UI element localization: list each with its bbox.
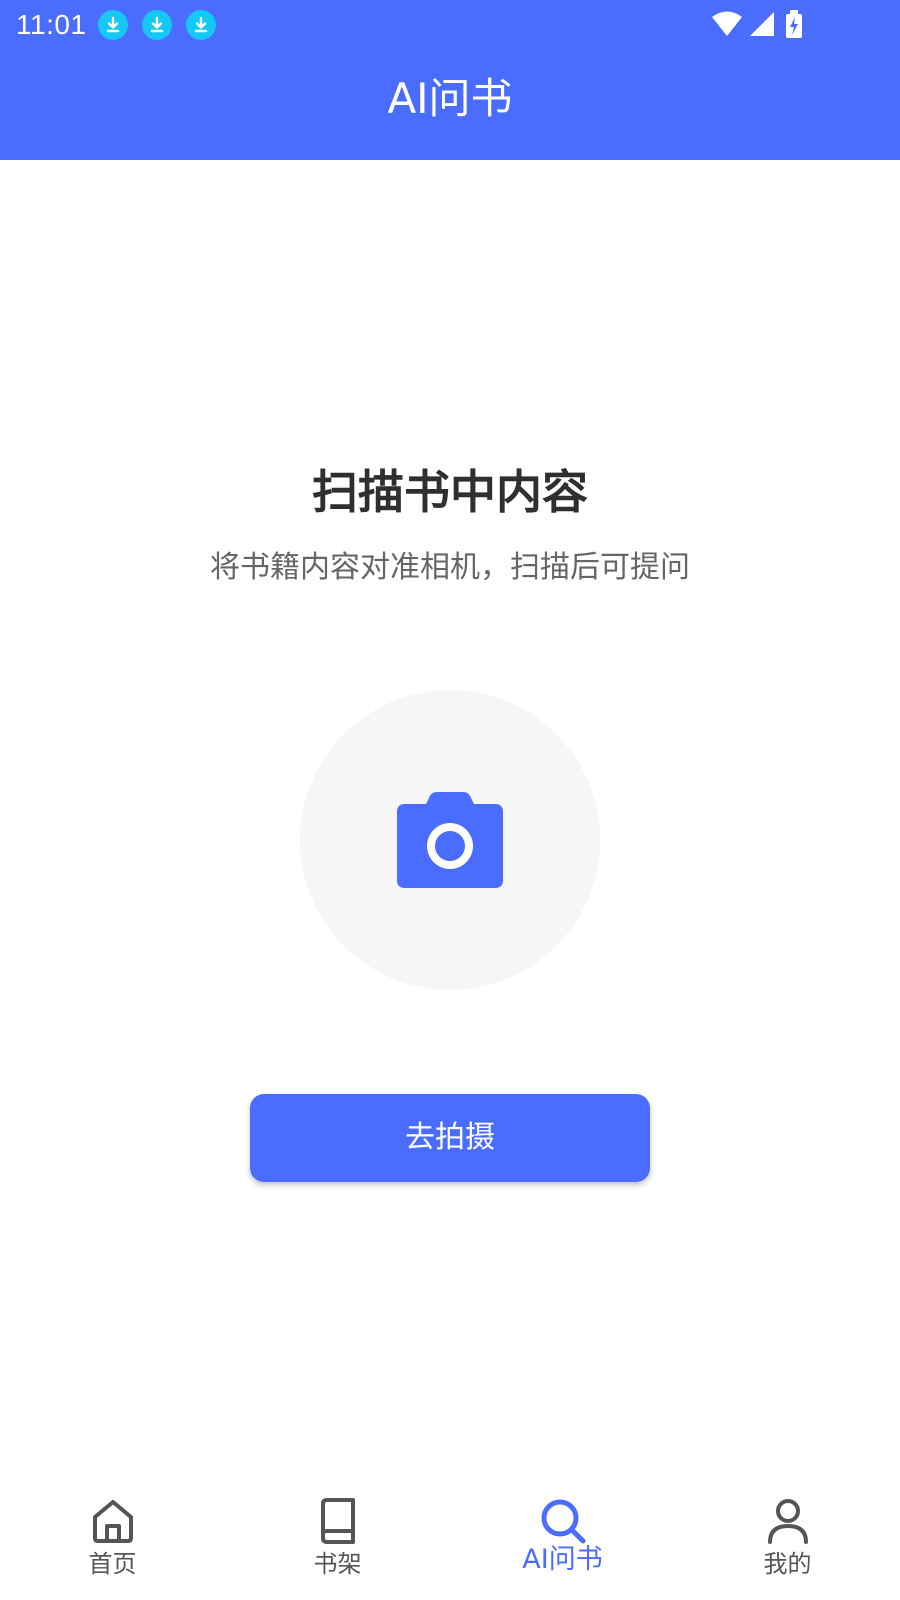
status-right-icons: [712, 10, 802, 38]
page-title: AI问书: [387, 74, 513, 123]
user-icon: [767, 1499, 808, 1544]
scan-heading: 扫描书中内容: [312, 465, 588, 519]
wifi-icon: [712, 11, 742, 36]
signal-icon: [750, 12, 774, 36]
app-bar: AI问书: [0, 50, 900, 160]
nav-item-ai-ask[interactable]: AI问书: [450, 1484, 675, 1600]
camera-icon: [397, 792, 503, 888]
camera-area[interactable]: [300, 690, 600, 990]
battery-charging-icon: [786, 10, 802, 38]
nav-item-home[interactable]: 首页: [0, 1484, 225, 1600]
home-icon: [92, 1500, 133, 1543]
nav-label-bookshelf: 书架: [313, 1550, 362, 1578]
nav-label-home: 首页: [88, 1550, 137, 1578]
nav-item-bookshelf[interactable]: 书架: [225, 1484, 450, 1600]
download-icon: [142, 10, 172, 40]
search-icon: [541, 1499, 585, 1544]
nav-item-mine[interactable]: 我的: [675, 1484, 900, 1600]
download-icon: [98, 10, 128, 40]
book-icon: [320, 1498, 355, 1544]
status-time: 11:01: [16, 9, 87, 40]
nav-label-mine: 我的: [763, 1550, 812, 1578]
take-photo-button[interactable]: 去拍摄: [250, 1094, 650, 1182]
bottom-nav: 首页 书架 AI问书 我的: [0, 1484, 900, 1600]
download-icon: [186, 10, 216, 40]
status-bar: 11:01: [0, 0, 900, 50]
scan-subheading: 将书籍内容对准相机，扫描后可提问: [210, 550, 690, 585]
nav-label-ai-ask: AI问书: [522, 1544, 603, 1575]
